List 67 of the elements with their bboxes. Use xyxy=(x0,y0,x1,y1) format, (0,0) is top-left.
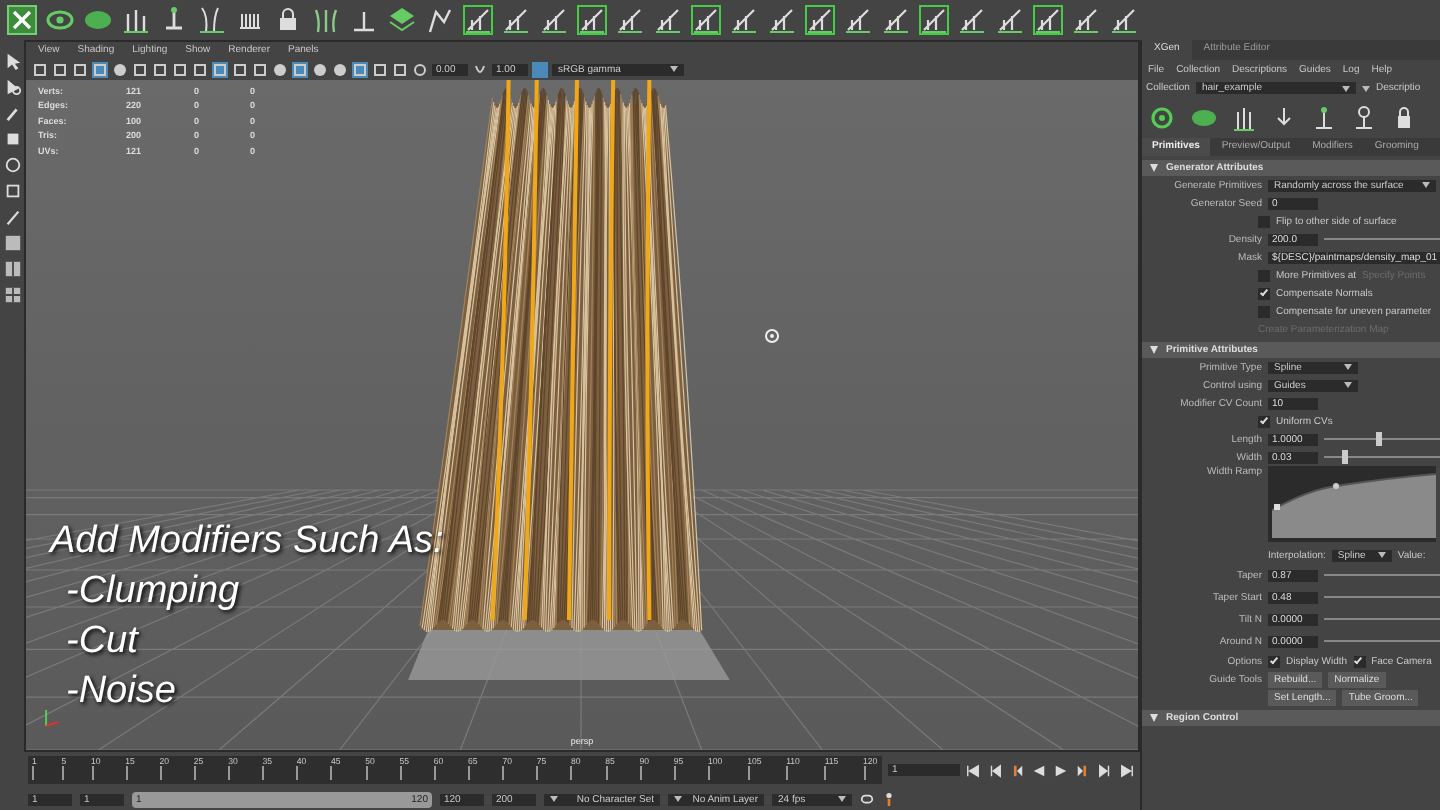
layers-icon[interactable] xyxy=(386,4,418,36)
caption-item: -Noise xyxy=(64,668,178,717)
checkbox[interactable] xyxy=(1258,305,1270,317)
strand-brush-icon[interactable] xyxy=(728,4,760,36)
checkbox[interactable] xyxy=(1258,287,1270,299)
framed-strands-icon[interactable] xyxy=(918,4,950,36)
strand-brush-icon[interactable] xyxy=(1070,4,1102,36)
framed-strands-icon[interactable] xyxy=(576,4,608,36)
leaf-blob-icon[interactable] xyxy=(1190,104,1218,132)
framed-strands-icon[interactable] xyxy=(462,4,494,36)
rotate-cursor-icon xyxy=(765,329,780,343)
slider-thumb[interactable] xyxy=(1341,450,1348,464)
grass-icon[interactable] xyxy=(310,4,342,36)
strand-brush-icon[interactable] xyxy=(994,4,1026,36)
strand-brush-icon[interactable] xyxy=(1108,4,1140,36)
axis-gizmo-icon xyxy=(45,710,59,727)
strand-brush-icon[interactable] xyxy=(614,4,646,36)
layout-quad-icon[interactable] xyxy=(3,286,21,304)
expanded-triangle-icon[interactable] xyxy=(1150,346,1158,354)
key-forward-icon[interactable] xyxy=(1076,763,1090,777)
strand-brush-icon[interactable] xyxy=(538,4,570,36)
checkbox[interactable] xyxy=(1353,655,1366,667)
play-icon[interactable] xyxy=(1054,763,1068,777)
strand-brush-icon[interactable] xyxy=(956,4,988,36)
expanded-triangle-icon[interactable] xyxy=(1150,164,1158,172)
strands-icon[interactable] xyxy=(120,4,152,36)
checkbox[interactable] xyxy=(1258,415,1270,427)
paint-brush-icon[interactable] xyxy=(3,104,21,122)
checkbox[interactable] xyxy=(1258,269,1270,281)
slider-thumb[interactable] xyxy=(1376,432,1383,446)
step-back-icon[interactable] xyxy=(988,763,1002,777)
caption-item: -Clumping xyxy=(64,568,242,617)
expanded-triangle-icon[interactable] xyxy=(1150,714,1158,722)
strands-icon[interactable] xyxy=(196,4,228,36)
strand-brush-icon[interactable] xyxy=(842,4,874,36)
shaded-sphere-icon[interactable] xyxy=(112,61,128,77)
caption-item: -Cut xyxy=(64,618,141,667)
framed-strands-icon[interactable] xyxy=(1032,4,1064,36)
bent-strands-icon[interactable] xyxy=(424,4,456,36)
character-icon[interactable] xyxy=(882,792,896,806)
strand-brush-icon[interactable] xyxy=(766,4,798,36)
layout-single-icon[interactable] xyxy=(3,234,21,252)
key-back-icon[interactable] xyxy=(1010,763,1024,777)
sphere-icon[interactable] xyxy=(272,61,288,77)
strand-brush-icon[interactable] xyxy=(652,4,684,36)
lasso-pin-icon[interactable] xyxy=(1350,104,1378,132)
strands-icon[interactable] xyxy=(1230,104,1258,132)
circle-icon[interactable] xyxy=(332,61,348,77)
checkbox[interactable] xyxy=(1268,655,1280,667)
sphere-icon[interactable] xyxy=(312,61,328,77)
strand-brush-icon[interactable] xyxy=(500,4,532,36)
play-backward-icon[interactable] xyxy=(1032,763,1046,777)
pin-icon[interactable] xyxy=(1310,104,1338,132)
framed-strands-icon[interactable] xyxy=(690,4,722,36)
loop-icon[interactable] xyxy=(860,792,874,806)
pencil-icon[interactable] xyxy=(3,208,21,226)
framed-strands-icon[interactable] xyxy=(804,4,836,36)
eye-icon[interactable] xyxy=(1150,104,1178,132)
close-box-icon[interactable] xyxy=(6,4,38,36)
select-arrow-icon[interactable] xyxy=(3,52,21,70)
step-forward-icon[interactable] xyxy=(1098,763,1112,777)
layout-split-icon[interactable] xyxy=(3,260,21,278)
lasso-arrow-icon[interactable] xyxy=(3,78,21,96)
skip-to-start-icon[interactable] xyxy=(966,763,980,777)
checkbox[interactable] xyxy=(1258,215,1270,227)
skip-to-end-icon[interactable] xyxy=(1120,763,1134,777)
strand-brush-icon[interactable] xyxy=(880,4,912,36)
